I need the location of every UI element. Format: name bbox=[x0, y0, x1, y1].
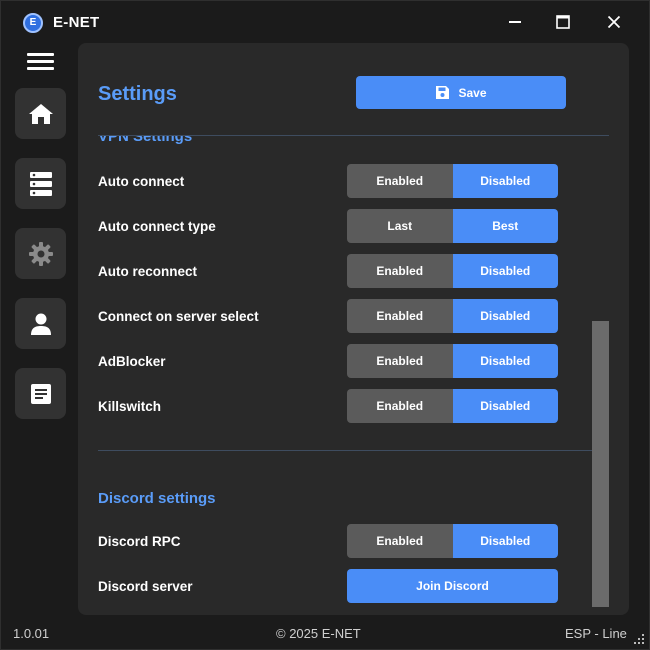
home-icon bbox=[28, 103, 53, 124]
minimize-icon bbox=[509, 21, 521, 23]
setting-label-discord-server: Discord server bbox=[98, 579, 193, 594]
app-logo-icon: E bbox=[23, 13, 43, 33]
setting-label-adblocker: AdBlocker bbox=[98, 354, 166, 369]
discord-rpc-enabled-option[interactable]: Enabled bbox=[347, 524, 453, 558]
auto-connect-type-last-option[interactable]: Last bbox=[347, 209, 453, 243]
setting-label-auto-reconnect: Auto reconnect bbox=[98, 264, 198, 279]
connect-on-server-select-disabled-option[interactable]: Disabled bbox=[452, 299, 558, 333]
locale-label: ESP - Line bbox=[565, 626, 627, 641]
gear-icon bbox=[28, 241, 53, 266]
discord-rpc-disabled-option[interactable]: Disabled bbox=[452, 524, 558, 558]
sidebar-item-home[interactable] bbox=[15, 88, 66, 139]
adblocker-toggle: Enabled Disabled bbox=[347, 344, 558, 378]
maximize-button[interactable] bbox=[543, 7, 583, 37]
document-icon bbox=[30, 383, 51, 404]
resize-grip-icon[interactable] bbox=[631, 631, 645, 645]
connect-on-server-select-enabled-option[interactable]: Enabled bbox=[347, 299, 453, 333]
app-title: E-NET bbox=[53, 14, 100, 31]
app-version: 1.0.01 bbox=[13, 626, 50, 641]
settings-scroll-area[interactable]: VPN Settings Auto connect Enabled Disabl… bbox=[78, 136, 629, 615]
join-discord-button[interactable]: Join Discord bbox=[347, 569, 558, 603]
settings-panel: Settings Save VPN Settings Auto connect … bbox=[78, 43, 629, 615]
sidebar-item-servers[interactable] bbox=[15, 158, 66, 209]
auto-reconnect-enabled-option[interactable]: Enabled bbox=[347, 254, 453, 288]
page-title: Settings bbox=[98, 83, 177, 105]
auto-connect-disabled-option[interactable]: Disabled bbox=[452, 164, 558, 198]
minimize-button[interactable] bbox=[495, 7, 535, 37]
save-button[interactable]: Save bbox=[356, 76, 566, 109]
sidebar-item-logs[interactable] bbox=[15, 368, 66, 419]
auto-reconnect-toggle: Enabled Disabled bbox=[347, 254, 558, 288]
discord-rpc-toggle: Enabled Disabled bbox=[347, 524, 558, 558]
close-icon bbox=[607, 15, 621, 29]
discord-section-title: Discord settings bbox=[98, 490, 216, 507]
close-button[interactable] bbox=[594, 7, 634, 37]
save-button-label: Save bbox=[458, 85, 487, 100]
setting-label-auto-connect: Auto connect bbox=[98, 174, 185, 189]
setting-label-auto-connect-type: Auto connect type bbox=[98, 219, 216, 234]
adblocker-disabled-option[interactable]: Disabled bbox=[452, 344, 558, 378]
setting-label-killswitch: Killswitch bbox=[98, 399, 162, 414]
auto-connect-type-best-option[interactable]: Best bbox=[452, 209, 558, 243]
app-window: E E-NET Settings Save VPN Settings Auto … bbox=[0, 0, 650, 650]
sidebar-item-account[interactable] bbox=[15, 298, 66, 349]
maximize-icon bbox=[556, 15, 570, 29]
vertical-scrollbar[interactable] bbox=[592, 321, 609, 607]
section-divider bbox=[98, 450, 592, 451]
sidebar-item-settings[interactable] bbox=[15, 228, 66, 279]
setting-label-connect-on-server-select: Connect on server select bbox=[98, 309, 259, 324]
adblocker-enabled-option[interactable]: Enabled bbox=[347, 344, 453, 378]
hamburger-menu-icon[interactable] bbox=[26, 51, 56, 73]
title-bar[interactable]: E E-NET bbox=[1, 1, 650, 43]
auto-connect-toggle: Enabled Disabled bbox=[347, 164, 558, 198]
auto-reconnect-disabled-option[interactable]: Disabled bbox=[452, 254, 558, 288]
copyright-text: © 2025 E-NET bbox=[276, 626, 361, 641]
auto-connect-enabled-option[interactable]: Enabled bbox=[347, 164, 453, 198]
vpn-section-title: VPN Settings bbox=[98, 136, 193, 145]
auto-connect-type-toggle: Last Best bbox=[347, 209, 558, 243]
user-icon bbox=[30, 313, 51, 335]
killswitch-enabled-option[interactable]: Enabled bbox=[347, 389, 453, 423]
connect-on-server-select-toggle: Enabled Disabled bbox=[347, 299, 558, 333]
server-list-icon bbox=[29, 171, 52, 196]
floppy-disk-icon bbox=[436, 86, 450, 99]
setting-label-discord-rpc: Discord RPC bbox=[98, 534, 181, 549]
app-logo-letter: E bbox=[29, 17, 37, 28]
killswitch-disabled-option[interactable]: Disabled bbox=[452, 389, 558, 423]
killswitch-toggle: Enabled Disabled bbox=[347, 389, 558, 423]
